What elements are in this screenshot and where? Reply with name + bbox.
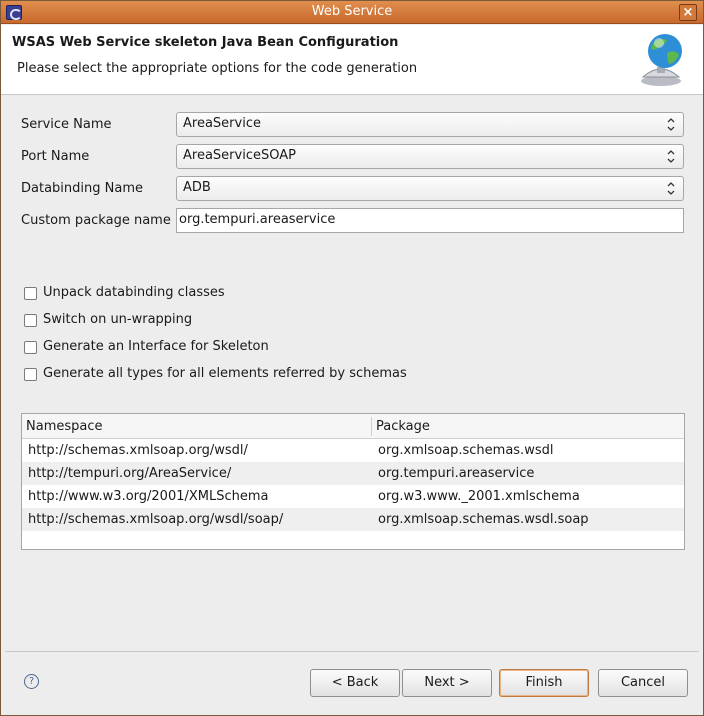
namespace-cell: http://tempuri.org/AreaService/ <box>28 466 232 481</box>
port-name-select[interactable]: AreaServiceSOAP <box>176 144 684 169</box>
checkbox-box[interactable] <box>24 341 37 354</box>
checkbox-label: Switch on un-wrapping <box>43 312 193 327</box>
finish-button[interactable]: Finish <box>499 669 589 697</box>
databinding-name-label: Databinding Name <box>21 181 143 196</box>
databinding-name-select[interactable]: ADB <box>176 176 684 201</box>
page-title: WSAS Web Service skeleton Java Bean Conf… <box>12 35 399 50</box>
column-header-package[interactable]: Package <box>376 419 430 434</box>
table-row[interactable]: http://schemas.xmlsoap.org/wsdl/ org.xml… <box>22 439 684 462</box>
help-icon: ? <box>28 676 35 687</box>
table-row[interactable]: http://tempuri.org/AreaService/ org.temp… <box>22 462 684 485</box>
updown-arrows-icon <box>667 150 675 163</box>
namespace-cell: http://schemas.xmlsoap.org/wsdl/soap/ <box>28 512 284 527</box>
namespace-cell: http://www.w3.org/2001/XMLSchema <box>28 489 269 504</box>
close-icon: × <box>682 5 694 20</box>
package-cell[interactable]: org.tempuri.areaservice <box>378 466 534 481</box>
checkbox-box[interactable] <box>24 287 37 300</box>
checkbox-box[interactable] <box>24 314 37 327</box>
port-name-label: Port Name <box>21 149 90 164</box>
updown-arrows-icon <box>667 118 675 131</box>
service-name-label: Service Name <box>21 117 112 132</box>
close-button[interactable]: × <box>679 4 697 21</box>
service-name-value: AreaService <box>183 116 261 131</box>
table-header: Namespace Package <box>22 414 684 439</box>
table-row[interactable]: http://schemas.xmlsoap.org/wsdl/soap/ or… <box>22 508 684 531</box>
package-cell[interactable]: org.xmlsoap.schemas.wsdl <box>378 443 553 458</box>
checkbox-label: Generate all types for all elements refe… <box>43 366 407 381</box>
globe-service-icon <box>641 34 682 86</box>
updown-arrows-icon <box>667 182 675 195</box>
web-service-dialog: Web Service × WSAS Web Service skeleton … <box>0 0 704 716</box>
back-button[interactable]: < Back <box>310 669 400 697</box>
checkbox-label: Generate an Interface for Skeleton <box>43 339 269 354</box>
databinding-name-value: ADB <box>183 180 211 195</box>
page-description: Please select the appropriate options fo… <box>17 61 418 76</box>
column-divider[interactable] <box>371 417 372 436</box>
service-name-select[interactable]: AreaService <box>176 112 684 137</box>
column-header-namespace[interactable]: Namespace <box>26 419 103 434</box>
custom-package-label: Custom package name <box>21 213 171 228</box>
checkbox-label: Unpack databinding classes <box>43 285 225 300</box>
cancel-button[interactable]: Cancel <box>598 669 688 697</box>
help-button[interactable]: ? <box>24 674 39 689</box>
window-title: Web Service <box>311 4 393 19</box>
namespace-cell: http://schemas.xmlsoap.org/wsdl/ <box>28 443 248 458</box>
title-bar[interactable]: Web Service × <box>1 1 703 24</box>
custom-package-input[interactable]: org.tempuri.areaservice <box>176 208 684 233</box>
table-row[interactable]: http://www.w3.org/2001/XMLSchema org.w3.… <box>22 485 684 508</box>
namespace-package-table[interactable]: Namespace Package http://schemas.xmlsoap… <box>21 413 685 550</box>
checkbox-box[interactable] <box>24 368 37 381</box>
wizard-banner: WSAS Web Service skeleton Java Bean Conf… <box>1 25 703 95</box>
button-bar-divider <box>5 651 699 652</box>
package-cell[interactable]: org.xmlsoap.schemas.wsdl.soap <box>378 512 589 527</box>
next-button[interactable]: Next > <box>402 669 492 697</box>
port-name-value: AreaServiceSOAP <box>183 148 296 163</box>
package-cell[interactable]: org.w3.www._2001.xmlschema <box>378 489 580 504</box>
